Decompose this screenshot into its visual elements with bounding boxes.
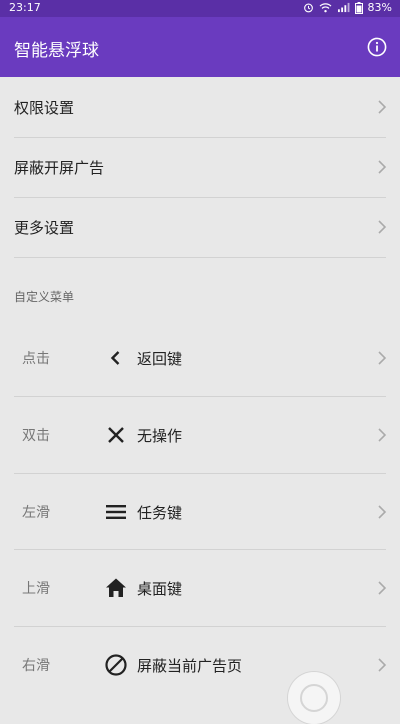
settings-row-label: 屏蔽开屏广告 xyxy=(14,159,105,177)
gesture-label: 双击 xyxy=(22,428,50,444)
section-title-custom-menu: 自定义菜单 xyxy=(14,290,75,304)
battery-icon xyxy=(354,1,363,14)
status-icons: 83% xyxy=(303,1,392,14)
floating-ball-inner-ring xyxy=(300,684,328,712)
menu-row-swipe-left[interactable]: 左滑 任务键 xyxy=(0,474,400,550)
action-label: 任务键 xyxy=(137,504,183,522)
gesture-label: 左滑 xyxy=(22,505,50,521)
settings-row-more[interactable]: 更多设置 xyxy=(0,197,400,257)
wifi-icon xyxy=(319,3,331,13)
app-title: 智能悬浮球 xyxy=(14,41,99,61)
menu-row-swipe-up[interactable]: 上滑 桌面键 xyxy=(0,550,400,626)
settings-row-block-splash-ads[interactable]: 屏蔽开屏广告 xyxy=(0,137,400,197)
block-icon xyxy=(105,654,127,676)
back-arrow-icon xyxy=(110,351,120,365)
info-icon[interactable] xyxy=(367,37,387,57)
action-label: 返回键 xyxy=(137,350,183,368)
action-label: 屏蔽当前广告页 xyxy=(137,657,243,675)
chevron-right-icon xyxy=(378,581,387,595)
action-label: 桌面键 xyxy=(137,580,183,598)
home-icon xyxy=(106,578,126,597)
status-bar: 23:17 83% xyxy=(0,0,400,17)
chevron-right-icon xyxy=(378,160,387,174)
chevron-right-icon xyxy=(378,505,387,519)
settings-row-permissions[interactable]: 权限设置 xyxy=(0,77,400,137)
chevron-right-icon xyxy=(378,351,387,365)
gesture-label: 点击 xyxy=(22,351,50,367)
floating-ball[interactable] xyxy=(288,672,340,724)
menu-row-double-tap[interactable]: 双击 无操作 xyxy=(0,397,400,473)
settings-row-label: 更多设置 xyxy=(14,219,75,237)
menu-row-tap[interactable]: 点击 返回键 xyxy=(0,320,400,396)
status-time: 23:17 xyxy=(9,1,41,14)
chevron-right-icon xyxy=(378,220,387,234)
menu-row-swipe-right[interactable]: 右滑 屏蔽当前广告页 xyxy=(0,627,400,703)
action-label: 无操作 xyxy=(137,427,183,445)
divider xyxy=(14,257,386,258)
battery-level: 83% xyxy=(367,1,392,14)
settings-row-label: 权限设置 xyxy=(14,99,75,117)
close-icon xyxy=(108,427,124,443)
chevron-right-icon xyxy=(378,658,387,672)
chevron-right-icon xyxy=(378,100,387,114)
app-bar: 智能悬浮球 xyxy=(0,17,400,77)
chevron-right-icon xyxy=(378,428,387,442)
gesture-label: 上滑 xyxy=(22,581,50,597)
gesture-label: 右滑 xyxy=(22,658,50,674)
alarm-icon xyxy=(303,3,313,13)
signal-icon xyxy=(337,2,350,13)
menu-icon xyxy=(106,505,126,519)
